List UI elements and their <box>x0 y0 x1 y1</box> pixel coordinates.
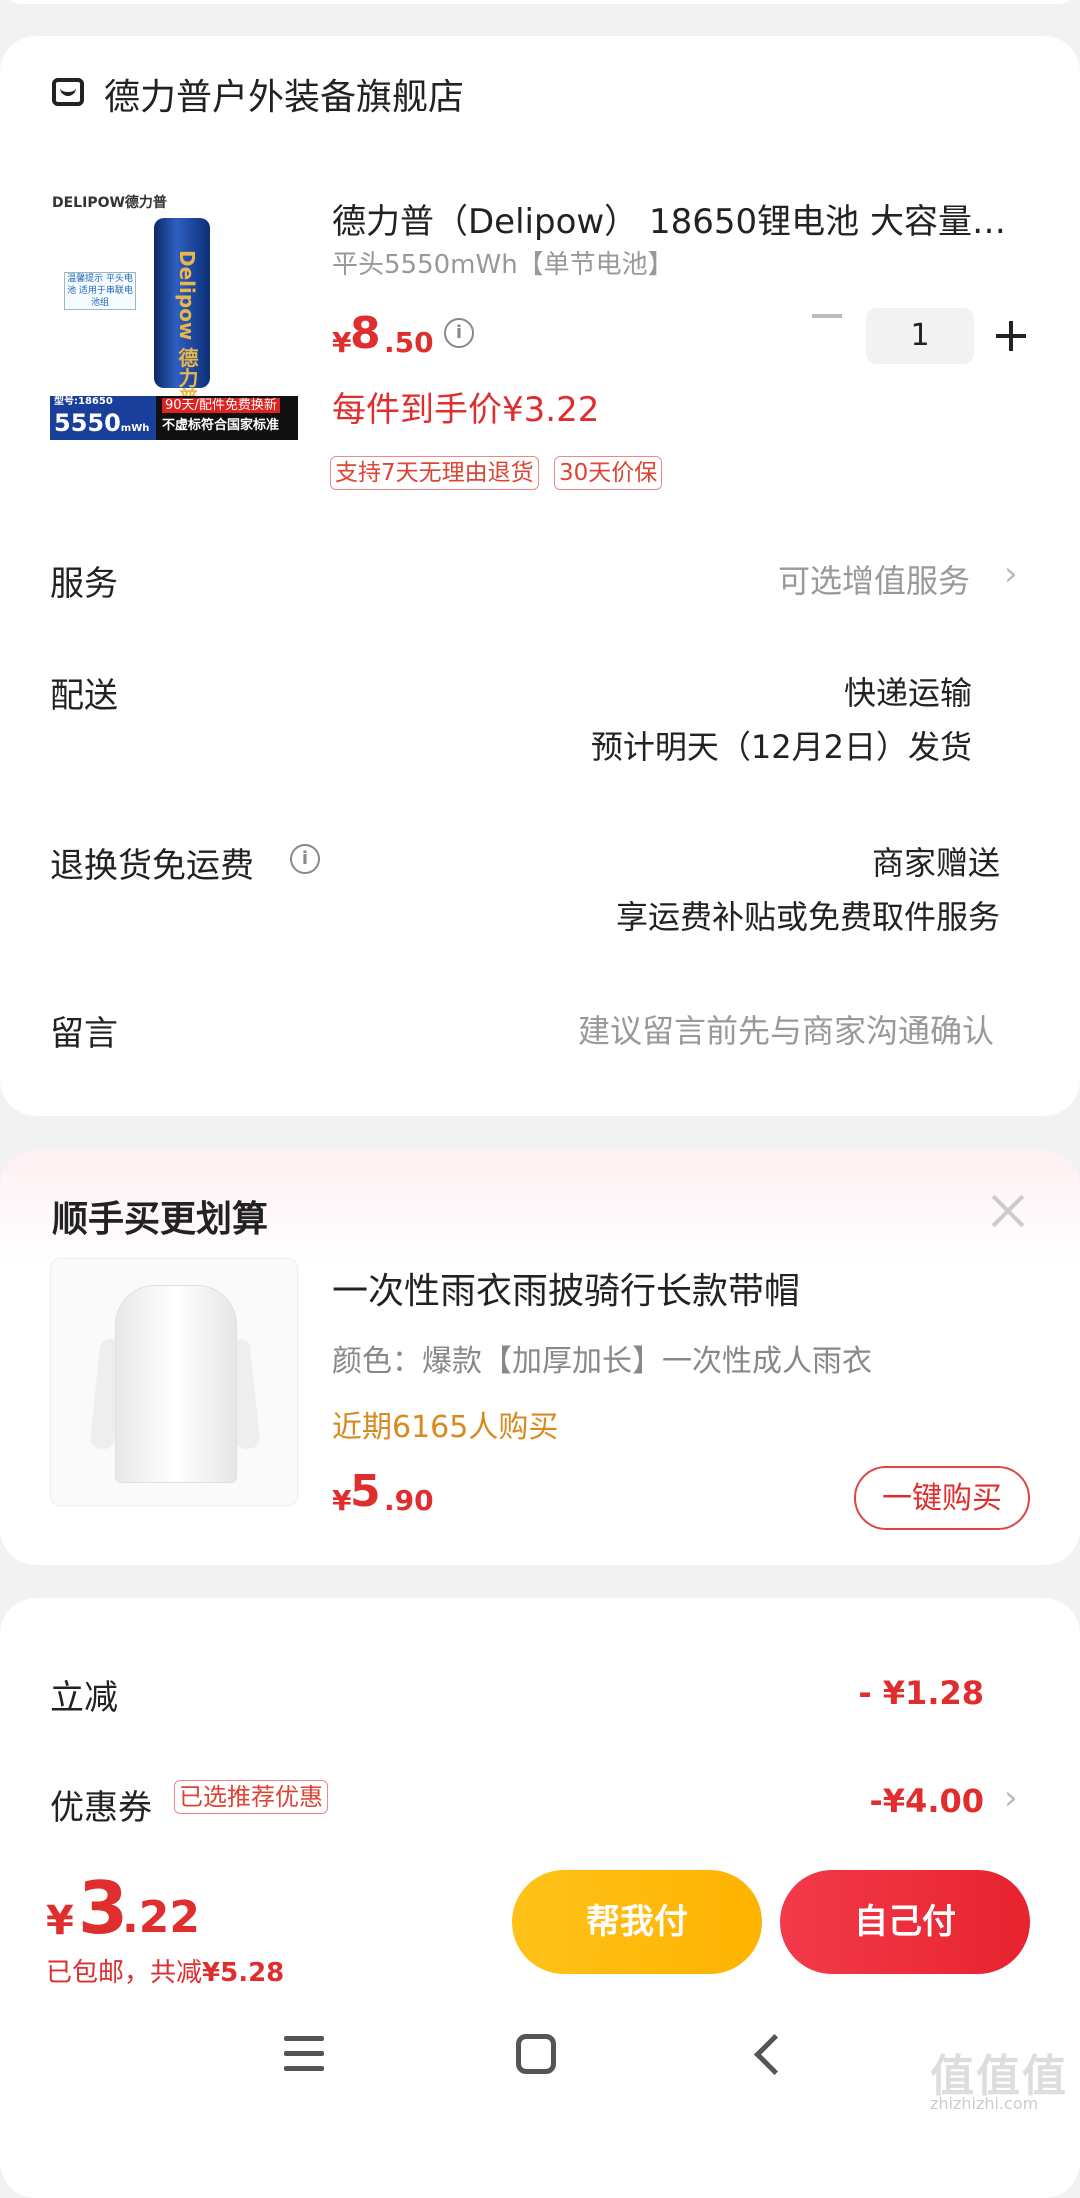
badge-7day-return: 支持7天无理由退货 <box>330 456 539 490</box>
capacity-label: 型号:18650 5550mWh <box>50 396 156 440</box>
delivery-eta: 预计明天（12月2日）发货 <box>590 728 972 766</box>
store-name[interactable]: 德力普户外装备旗舰店 <box>104 68 464 120</box>
coupon-value[interactable]: -¥4.00 <box>870 1782 985 1820</box>
price-integer: 8 <box>350 308 381 359</box>
previous-card <box>0 0 1080 4</box>
return-fee-desc: 享运费补贴或免费取件服务 <box>615 898 1000 936</box>
delivery-method[interactable]: 快递运输 <box>844 668 972 714</box>
capacity-value: 5550 <box>54 409 121 437</box>
per-item-price: 每件到手价¥3.22 <box>332 390 600 430</box>
one-click-buy-button[interactable]: 一键购买 <box>854 1466 1030 1530</box>
quantity-minus-button[interactable] <box>812 314 842 318</box>
battery-label: Delipow 德力普 <box>175 250 199 408</box>
model-label: 型号:18650 <box>54 396 113 407</box>
total-price-symbol: ¥ <box>46 1898 74 1944</box>
coupon-chevron-icon[interactable]: › <box>1004 1778 1018 1818</box>
promo-2: 不虚标符合国家标准 <box>162 418 280 433</box>
instant-discount-label: 立减 <box>50 1678 118 1718</box>
self-pay-button[interactable]: 自己付 <box>780 1870 1030 1974</box>
product-image[interactable]: DELIPOW德力普 温馨提示 平头电池 适用于串联电池组 Delipow 德力… <box>50 190 298 440</box>
close-icon[interactable] <box>990 1192 1026 1228</box>
recommend-price-decimal: .90 <box>384 1484 434 1517</box>
total-note-prefix: 已包邮，共减 <box>46 1958 203 1988</box>
raincoat-image[interactable] <box>50 1258 298 1506</box>
service-value[interactable]: 可选增值服务 <box>778 556 970 602</box>
product-image-tag: 温馨提示 平头电池 适用于串联电池组 <box>64 272 136 310</box>
product-spec[interactable]: 平头5550mWh【单节电池】 <box>332 244 674 281</box>
service-label: 服务 <box>50 564 118 604</box>
total-note: 已包邮，共减¥5.28 <box>46 1952 284 1989</box>
total-price-decimal: .22 <box>122 1892 200 1943</box>
store-icon <box>52 78 84 106</box>
coupon-label: 优惠券 <box>50 1788 152 1828</box>
promo-label: 90天/配件免费换新 不虚标符合国家标准 <box>156 396 298 440</box>
return-fee-label: 退换货免运费 <box>50 846 254 886</box>
total-price-integer: 3 <box>78 1866 129 1950</box>
recents-menu-icon[interactable] <box>284 2036 324 2072</box>
recommend-price-integer: 5 <box>350 1466 381 1517</box>
recommend-buyers: 近期6165人购买 <box>332 1410 559 1445</box>
instant-discount-value: - ¥1.28 <box>858 1674 984 1712</box>
service-chevron-icon[interactable]: › <box>1004 554 1018 594</box>
promo-1: 90天/配件免费换新 <box>162 398 280 413</box>
message-label: 留言 <box>50 1014 118 1054</box>
recommend-item-title[interactable]: 一次性雨衣雨披骑行长款带帽 <box>332 1262 800 1314</box>
recommend-price-symbol: ¥ <box>332 1484 352 1517</box>
message-input[interactable]: 建议留言前先与商家沟通确认 <box>578 1006 994 1052</box>
watermark-sub: zhizhizhi.com <box>930 2094 1039 2113</box>
quantity-plus-icon[interactable] <box>1009 321 1013 351</box>
price-decimal: .50 <box>384 326 434 359</box>
return-fee-value: 商家赠送 <box>871 844 1000 882</box>
total-saved-amount: ¥5.28 <box>202 1958 285 1988</box>
recommend-title: 顺手买更划算 <box>52 1199 269 1240</box>
raincoat-body <box>115 1285 237 1483</box>
price-symbol: ¥ <box>332 326 352 359</box>
recommend-item-spec: 颜色：爆款【加厚加长】一次性成人雨衣 <box>332 1344 872 1379</box>
delivery-label: 配送 <box>50 676 118 716</box>
price-info-icon[interactable]: i <box>444 318 474 348</box>
home-square-icon[interactable] <box>516 2034 556 2074</box>
return-fee-info-icon[interactable]: i <box>290 844 320 874</box>
product-image-brand: DELIPOW德力普 <box>52 195 167 211</box>
capacity-unit: mWh <box>120 423 150 434</box>
help-pay-button[interactable]: 帮我付 <box>512 1870 762 1974</box>
quantity-input[interactable]: 1 <box>866 308 974 364</box>
badge-price-protect: 30天价保 <box>554 456 663 490</box>
product-title[interactable]: 德力普（Delipow） 18650锂电池 大容量… <box>332 194 1032 243</box>
coupon-badge[interactable]: 已选推荐优惠 <box>174 1780 328 1814</box>
